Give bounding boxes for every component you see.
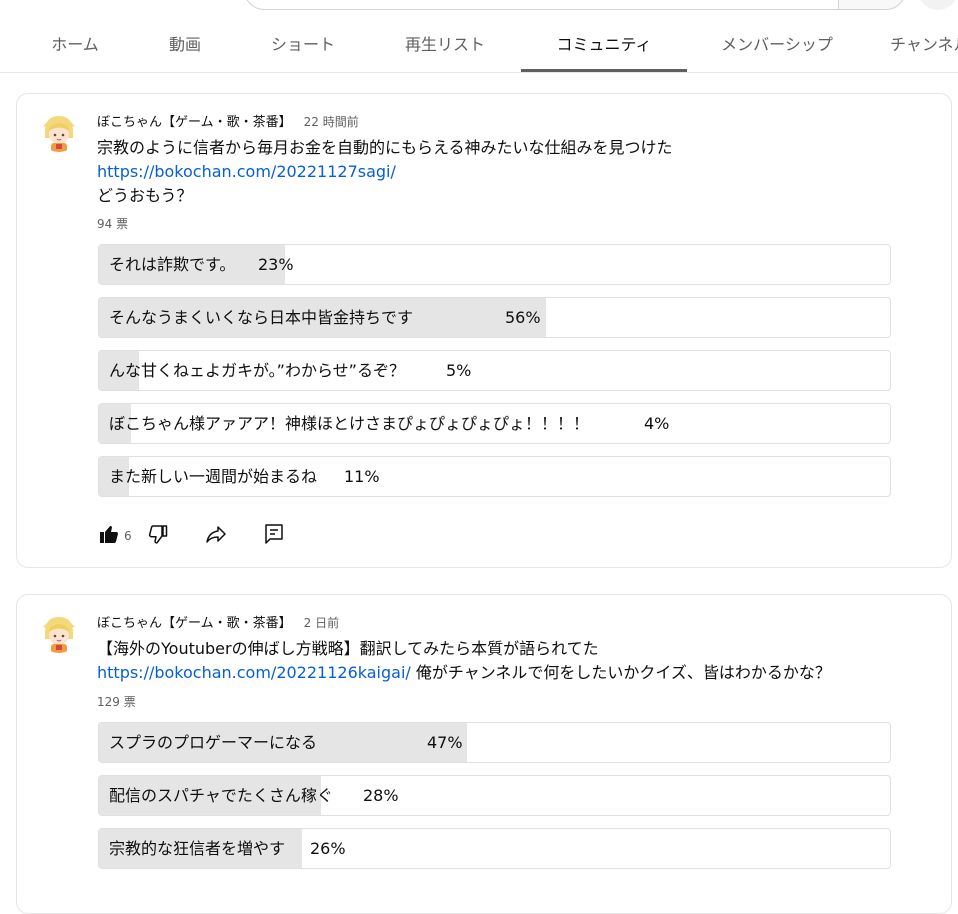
post-link[interactable]: https://bokochan.com/20221126kaigai/ <box>97 663 411 682</box>
channel-avatar[interactable] <box>39 112 79 152</box>
author-name[interactable]: ぼこちゃん【ゲーム・歌・茶番】 <box>97 616 292 631</box>
poll-option[interactable]: そんなうまくいくなら日本中皆金持ちです 56% <box>98 297 891 338</box>
tab-channels[interactable]: チャンネル <box>890 22 958 71</box>
poll-option-percent: 4% <box>644 414 670 433</box>
tab-playlists[interactable]: 再生リスト <box>386 22 504 71</box>
like-button[interactable] <box>97 522 121 550</box>
poll-option-percent: 11% <box>344 467 380 486</box>
active-tab-indicator <box>521 69 687 72</box>
search-button[interactable] <box>838 0 906 10</box>
post-time[interactable]: 22 時間前 <box>304 115 359 129</box>
post-header: ぼこちゃん【ゲーム・歌・茶番】 22 時間前 <box>97 111 359 130</box>
poll-option-percent: 23% <box>258 255 294 274</box>
poll-option[interactable]: それは詐欺です。 23% <box>98 244 891 285</box>
author-name[interactable]: ぼこちゃん【ゲーム・歌・茶番】 <box>97 115 292 130</box>
tab-videos[interactable]: 動画 <box>135 22 235 71</box>
tab-shorts[interactable]: ショート <box>253 22 353 71</box>
poll-option[interactable]: スプラのプロゲーマーになる 47% <box>98 722 891 763</box>
share-icon <box>206 526 226 543</box>
like-icon <box>100 526 118 543</box>
tab-membership[interactable]: メンバーシップ <box>707 22 847 71</box>
post-header: ぼこちゃん【ゲーム・歌・茶番】 2 日前 <box>97 612 339 631</box>
post-time[interactable]: 2 日前 <box>304 616 339 630</box>
community-post: ぼこちゃん【ゲーム・歌・茶番】 2 日前 【海外のYoutuberの伸ばし方戦略】… <box>16 594 952 914</box>
post-link-line: https://bokochan.com/20221126kaigai/ 俺がチ… <box>97 661 831 685</box>
like-count: 6 <box>124 529 132 543</box>
post-text-line: 【海外のYoutuberの伸ばし方戦略】翻訳してみたら本質が語られてた <box>97 639 599 658</box>
poll-option-percent: 26% <box>310 839 346 858</box>
poll-option-label: 配信のスパチャでたくさん稼ぐ <box>109 786 333 805</box>
search-input[interactable] <box>244 0 838 10</box>
post-link[interactable]: https://bokochan.com/20221127sagi/ <box>97 162 396 181</box>
tab-home[interactable]: ホーム <box>24 22 126 71</box>
dislike-button[interactable] <box>146 522 170 550</box>
comment-icon <box>265 524 283 544</box>
tab-community[interactable]: コミュニティ <box>521 22 687 71</box>
poll-option-percent: 5% <box>446 361 472 380</box>
share-button[interactable] <box>204 522 228 550</box>
avatar-image <box>39 613 79 653</box>
dislike-icon <box>148 525 168 544</box>
community-post: ぼこちゃん【ゲーム・歌・茶番】 22 時間前 宗教のように信者から毎月お金を自動的… <box>16 93 952 568</box>
voice-search-button[interactable] <box>918 0 958 10</box>
post-link-line: https://bokochan.com/20221127sagi/ <box>97 160 396 184</box>
poll-option[interactable]: 宗教的な狂信者を増やす 26% <box>98 828 891 869</box>
post-text-line: どうおもう？ <box>97 186 193 205</box>
poll-option-percent: 28% <box>363 786 399 805</box>
poll-option[interactable]: んな甘くねェよガキが。”わからせ”るぞ？ 5% <box>98 350 891 391</box>
poll-option-label: ぼこちゃん様アァアア！神様ほとけさまぴょぴょぴょぴょ！！！！ <box>109 414 590 433</box>
poll-option-label: んな甘くねェよガキが。”わからせ”るぞ？ <box>109 361 405 380</box>
channel-avatar[interactable] <box>39 613 79 653</box>
poll-option-percent: 56% <box>505 308 541 327</box>
poll-option-label: スプラのプロゲーマーになる <box>109 733 318 752</box>
poll-option[interactable]: ぼこちゃん様アァアア！神様ほとけさまぴょぴょぴょぴょ！！！！ 4% <box>98 403 891 444</box>
vote-count: 94 票 <box>97 217 129 231</box>
post-text-line: 宗教のように信者から毎月お金を自動的にもらえる神みたいな仕組みを見つけた <box>97 138 673 157</box>
vote-count: 129 票 <box>97 695 136 709</box>
avatar-image <box>39 112 79 152</box>
poll-option-percent: 47% <box>427 733 463 752</box>
post-text-inline: 俺がチャンネルで何をしたいかクイズ、皆はわかるかな？ <box>410 663 831 682</box>
poll-option[interactable]: 配信のスパチャでたくさん稼ぐ 28% <box>98 775 891 816</box>
comment-button[interactable] <box>262 522 286 550</box>
poll-option-label: そんなうまくいくなら日本中皆金持ちです <box>109 308 414 327</box>
poll-option-label: 宗教的な狂信者を増やす <box>109 839 286 858</box>
poll-option[interactable]: また新しい一週間が始まるね 11% <box>98 456 891 497</box>
channel-tabs: ホーム 動画 ショート 再生リスト コミュニティ メンバーシップ チャンネル <box>0 22 958 73</box>
poll-option-label: また新しい一週間が始まるね <box>109 467 318 486</box>
poll-option-label: それは詐欺です。 <box>109 255 236 274</box>
